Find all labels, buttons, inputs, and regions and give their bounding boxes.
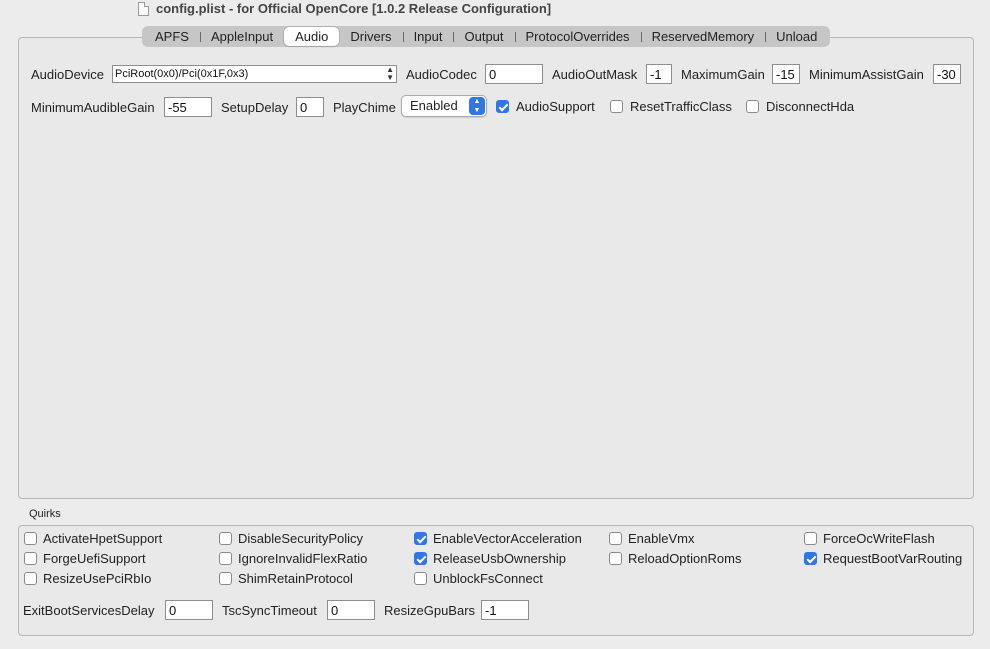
reset-traffic-class-checkbox[interactable] [610,100,623,113]
quirk-checkbox[interactable] [609,552,622,565]
play-chime-value: Enabled [410,98,458,113]
audio-device-combobox[interactable]: PciRoot(0x0)/Pci(0x1F,0x3) ▲ ▼ [112,65,397,83]
quirk-label: UnblockFsConnect [433,571,543,586]
tsc-sync-timeout-label: TscSyncTimeout [222,603,317,618]
reset-traffic-class-label: ResetTrafficClass [630,99,732,114]
tab-protocoloverrides[interactable]: ProtocolOverrides [514,27,641,46]
quirk-label: DisableSecurityPolicy [238,531,363,546]
tab-appleinput[interactable]: AppleInput [199,27,284,46]
quirk-checkbox[interactable] [414,532,427,545]
quirk-label: EnableVectorAcceleration [433,531,582,546]
minimum-assist-gain-label: MinimumAssistGain [809,67,924,82]
maximum-gain-label: MaximumGain [681,67,765,82]
tab-drivers[interactable]: Drivers [339,27,402,46]
quirk-label: ReleaseUsbOwnership [433,551,566,566]
quirk-checkbox[interactable] [414,572,427,585]
setup-delay-field[interactable] [296,97,324,117]
tab-apfs[interactable]: APFS [144,27,200,46]
quirk-checkbox[interactable] [219,552,232,565]
audio-device-value: PciRoot(0x0)/Pci(0x1F,0x3) [115,68,249,80]
tab-audio[interactable]: Audio [284,27,340,46]
disconnect-hda-label: DisconnectHda [766,99,855,114]
disconnect-hda-checkbox[interactable] [746,100,759,113]
quirk-checkbox[interactable] [804,552,817,565]
quirk-checkbox[interactable] [24,552,37,565]
minimum-audible-gain-field[interactable] [164,97,212,117]
quirk-label: ResizeUsePciRbIo [43,571,152,586]
minimum-audible-gain-label: MinimumAudibleGain [31,100,155,115]
document-icon [138,2,149,16]
tab-output[interactable]: Output [453,27,514,46]
exit-boot-services-delay-label: ExitBootServicesDelay [23,603,155,618]
tsc-sync-timeout-field[interactable] [327,600,375,620]
tab-reservedmemory[interactable]: ReservedMemory [640,27,766,46]
quirk-checkbox[interactable] [219,572,232,585]
updown-arrows-icon: ▲ ▼ [386,65,394,82]
maximum-gain-field[interactable] [772,64,800,84]
quirk-checkbox[interactable] [414,552,427,565]
quirk-checkbox[interactable] [24,572,37,585]
window-title: config.plist - for Official OpenCore [1.… [156,1,552,16]
quirk-label: ShimRetainProtocol [238,571,353,586]
resize-gpu-bars-label: ResizeGpuBars [384,603,476,618]
quirk-label: EnableVmx [628,531,695,546]
quirk-label: ForgeUefiSupport [43,551,146,566]
tab-unload[interactable]: Unload [765,27,828,46]
tab-input[interactable]: Input [402,27,454,46]
quirk-label: ActivateHpetSupport [43,531,163,546]
resize-gpu-bars-field[interactable] [481,600,529,620]
audio-support-label: AudioSupport [516,99,595,114]
audio-codec-label: AudioCodec [406,67,477,82]
quirk-checkbox[interactable] [24,532,37,545]
chevron-updown-icon: ▲ ▼ [469,97,485,115]
quirk-label: IgnoreInvalidFlexRatio [238,551,368,566]
quirk-label: ReloadOptionRoms [628,551,742,566]
audio-out-mask-label: AudioOutMask [552,67,638,82]
audio-support-checkbox[interactable] [496,100,509,113]
play-chime-popup[interactable]: Enabled ▲ ▼ [401,95,487,117]
play-chime-label: PlayChime [333,100,396,115]
exit-boot-services-delay-field[interactable] [165,600,213,620]
quirk-label: ForceOcWriteFlash [823,531,935,546]
quirks-section-title: Quirks [29,508,61,520]
quirk-checkbox[interactable] [609,532,622,545]
quirk-label: RequestBootVarRouting [823,551,963,566]
title-bar: config.plist - for Official OpenCore [1.… [0,0,990,20]
audio-out-mask-field[interactable] [646,64,672,84]
minimum-assist-gain-field[interactable] [933,64,961,84]
audio-device-label: AudioDevice [31,67,104,82]
audio-codec-field[interactable] [485,64,543,84]
setup-delay-label: SetupDelay [221,100,289,115]
tab-bar: APFS AppleInput Audio Drivers Input Outp… [142,26,831,47]
quirk-checkbox[interactable] [219,532,232,545]
quirk-checkbox[interactable] [804,532,817,545]
